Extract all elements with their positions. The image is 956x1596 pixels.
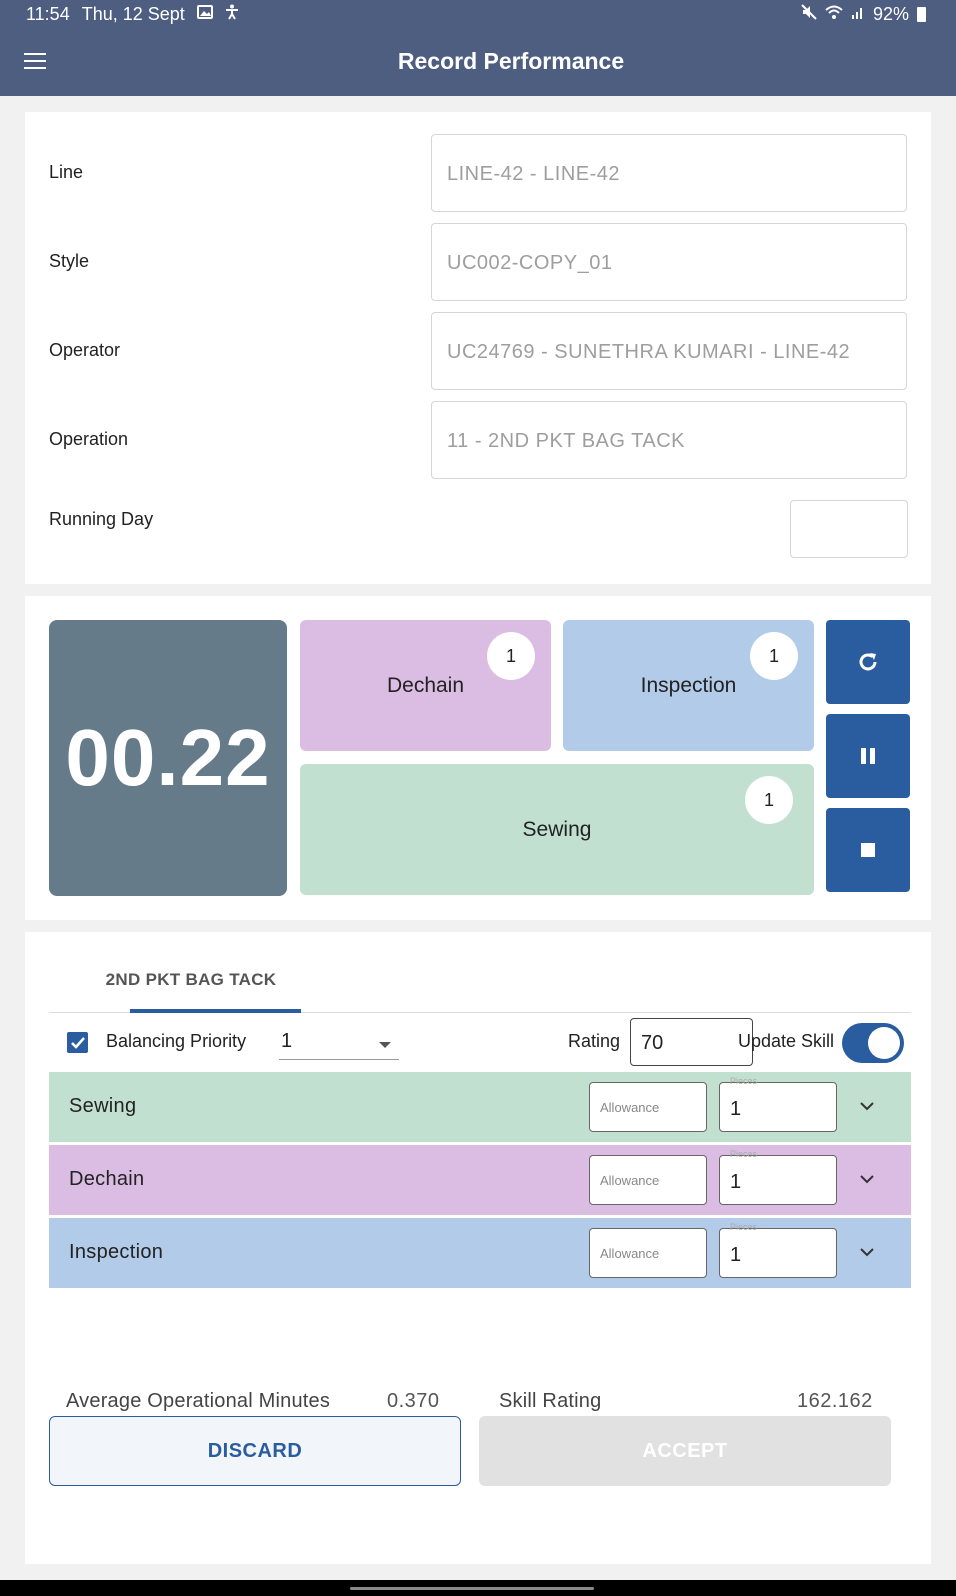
battery-icon bbox=[917, 7, 926, 22]
signal-icon bbox=[851, 4, 865, 25]
pause-button[interactable] bbox=[826, 714, 910, 798]
line-label: Line bbox=[49, 162, 84, 182]
line-field[interactable]: LINE-42 - LINE-42 bbox=[431, 134, 907, 212]
op-row-name: Dechain bbox=[69, 1168, 145, 1190]
reset-button[interactable] bbox=[826, 620, 910, 704]
status-time: 11:54 bbox=[26, 4, 70, 24]
status-date: Thu, 12 Sept bbox=[81, 4, 185, 24]
pieces-value: 1 bbox=[730, 1098, 742, 1120]
wifi-icon bbox=[825, 4, 843, 25]
op-row-inspection: Inspection Allowance Pieces 1 bbox=[49, 1218, 911, 1288]
tile-sewing-label: Sewing bbox=[522, 817, 592, 841]
accessibility-icon bbox=[225, 4, 239, 25]
style-label: Style bbox=[49, 251, 90, 271]
operation-field[interactable]: 11 - 2ND PKT BAG TACK bbox=[431, 401, 907, 479]
balancing-priority-value: 1 bbox=[281, 1030, 293, 1052]
timer-card: 00.22 Dechain 1 Inspection 1 Sewing 1 bbox=[25, 596, 931, 920]
refresh-icon bbox=[859, 653, 877, 671]
stop-button[interactable] bbox=[826, 808, 910, 892]
chevron-down-icon[interactable] bbox=[857, 1242, 877, 1262]
update-skill-toggle[interactable] bbox=[842, 1023, 904, 1063]
tile-sewing[interactable]: Sewing 1 bbox=[300, 764, 814, 895]
image-icon bbox=[196, 4, 213, 25]
battery-percent: 92% bbox=[872, 4, 909, 24]
chevron-down-icon[interactable] bbox=[857, 1096, 877, 1116]
pieces-value: 1 bbox=[730, 1244, 742, 1266]
accept-button[interactable]: ACCEPT bbox=[479, 1416, 891, 1486]
style-field[interactable]: UC002-COPY_01 bbox=[431, 223, 907, 301]
mute-icon bbox=[801, 4, 817, 25]
pieces-label: Pieces bbox=[730, 1149, 758, 1159]
details-card: Line LINE-42 - LINE-42 Style UC002-COPY_… bbox=[25, 112, 931, 584]
allowance-input[interactable]: Allowance bbox=[589, 1082, 707, 1132]
home-handle[interactable] bbox=[350, 1587, 594, 1590]
tile-dechain-label: Dechain bbox=[386, 673, 465, 697]
allowance-input[interactable]: Allowance bbox=[589, 1228, 707, 1278]
rating-label: Rating bbox=[568, 1031, 621, 1051]
caret-down-icon bbox=[379, 1042, 391, 1048]
discard-button[interactable]: DISCARD bbox=[49, 1416, 461, 1486]
balancing-priority-checkbox[interactable] bbox=[67, 1032, 88, 1053]
pieces-label: Pieces bbox=[730, 1076, 758, 1086]
status-bar: 11:54 Thu, 12 Sept 92% bbox=[0, 0, 956, 28]
tile-inspection[interactable]: Inspection 1 bbox=[563, 620, 814, 751]
op-row-name: Inspection bbox=[69, 1241, 164, 1263]
running-day-label: Running Day bbox=[49, 509, 154, 529]
tile-sewing-count: 1 bbox=[745, 776, 793, 824]
tab-operation[interactable]: 2ND PKT BAG TACK bbox=[105, 970, 277, 990]
operation-label: Operation bbox=[49, 429, 129, 449]
chevron-down-icon[interactable] bbox=[857, 1169, 877, 1189]
tile-inspection-count: 1 bbox=[750, 632, 798, 680]
op-row-name: Sewing bbox=[69, 1095, 137, 1117]
pieces-input[interactable]: Pieces 1 bbox=[719, 1076, 837, 1132]
allowance-input[interactable]: Allowance bbox=[589, 1155, 707, 1205]
running-day-field[interactable] bbox=[790, 500, 908, 558]
avg-op-minutes-value: 0.370 bbox=[387, 1390, 440, 1412]
operator-field[interactable]: UC24769 - SUNETHRA KUMARI - LINE-42 bbox=[431, 312, 907, 390]
operation-card: 2ND PKT BAG TACK Balancing Priority 1 Ra… bbox=[25, 932, 931, 1564]
app-bar: Record Performance bbox=[0, 28, 956, 96]
update-skill-label: Update Skill bbox=[738, 1031, 835, 1051]
check-icon bbox=[70, 1036, 85, 1049]
page-title: Record Performance bbox=[397, 48, 625, 74]
pieces-label: Pieces bbox=[730, 1222, 758, 1232]
pieces-value: 1 bbox=[730, 1171, 742, 1193]
timer-display: 00.22 bbox=[49, 620, 287, 896]
skill-rating-value: 162.162 bbox=[797, 1390, 873, 1412]
balancing-priority-select[interactable]: 1 bbox=[279, 1028, 399, 1060]
pieces-input[interactable]: Pieces 1 bbox=[719, 1149, 837, 1205]
tile-dechain-count: 1 bbox=[487, 632, 535, 680]
operator-label: Operator bbox=[49, 340, 121, 360]
tile-inspection-label: Inspection bbox=[640, 673, 737, 697]
avg-op-minutes-label: Average Operational Minutes bbox=[66, 1390, 331, 1412]
skill-rating-label: Skill Rating bbox=[499, 1390, 602, 1412]
stop-icon bbox=[861, 843, 875, 857]
op-row-dechain: Dechain Allowance Pieces 1 bbox=[49, 1145, 911, 1215]
balancing-priority-label: Balancing Priority bbox=[106, 1031, 247, 1051]
pieces-input[interactable]: Pieces 1 bbox=[719, 1222, 837, 1278]
op-row-sewing: Sewing Allowance Pieces 1 bbox=[49, 1072, 911, 1142]
pause-icon bbox=[861, 748, 875, 764]
tile-dechain[interactable]: Dechain 1 bbox=[300, 620, 551, 751]
rating-input[interactable]: 70 bbox=[630, 1018, 753, 1066]
tab-indicator bbox=[130, 1009, 301, 1013]
